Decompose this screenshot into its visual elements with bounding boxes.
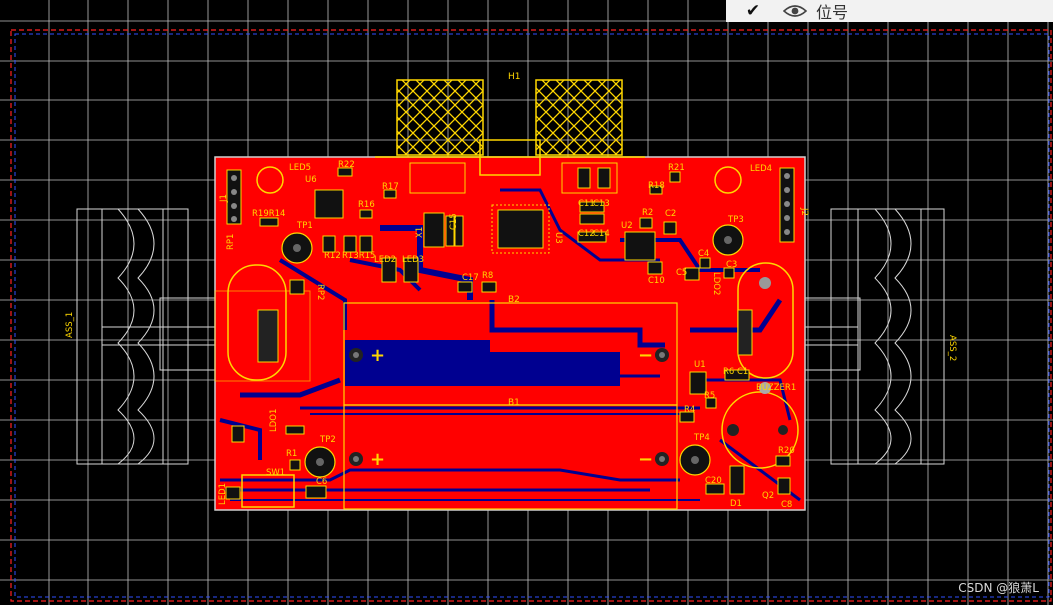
label-c15: C15 (449, 213, 459, 230)
label-c6: C6 (316, 477, 327, 487)
label-b2: B2 (508, 295, 520, 305)
label-rp1: RP1 (226, 234, 236, 250)
label-r21: R21 (668, 163, 685, 173)
label-c2: C2 (665, 209, 676, 219)
label-c10: C10 (648, 276, 665, 286)
label-ldo1: LDO1 (269, 409, 279, 432)
battery-holder-outline-left (76, 208, 223, 465)
label-d1: D1 (730, 499, 742, 509)
label-led3: LED3 (402, 255, 424, 265)
label-led2: LED2 (374, 255, 396, 265)
pcb-canvas[interactable]: H1 B2 B1 + − + − LED5 R22 U6 R17 R16 R19… (0, 0, 1053, 605)
label-r1: R1 (286, 449, 297, 459)
label-rp2: RP2 (315, 284, 325, 300)
b1-plus-sign: + (370, 449, 385, 470)
label-r17: R17 (382, 182, 399, 192)
label-c3: C3 (726, 260, 737, 270)
ic-u3-footprint (491, 204, 550, 254)
label-c5: C5 (676, 268, 687, 278)
label-tp1: TP1 (296, 221, 313, 231)
buzzer-pad (727, 424, 739, 436)
label-led1: LED1 (218, 483, 228, 505)
label-r13r15: R13R15 (342, 251, 375, 261)
label-tp2: TP2 (319, 435, 336, 445)
layer-label[interactable]: 位号 (810, 0, 848, 23)
b1-minus-sign: − (638, 449, 653, 470)
label-ass2: ASS_2 (947, 335, 957, 361)
crystal-x1 (423, 212, 445, 248)
label-c13: C13 (593, 199, 610, 209)
watermark-text: CSDN @狼萧L (958, 581, 1039, 595)
label-r5: R5 (704, 391, 715, 401)
label-r19r14: R19R14 (252, 209, 285, 219)
label-r16: R16 (358, 200, 375, 210)
eye-icon[interactable] (780, 4, 810, 18)
label-ldo2: LDO2 (711, 272, 721, 295)
label-r22: R22 (338, 160, 355, 170)
check-icon[interactable]: ✔ (726, 1, 780, 21)
b2-plus-sign: + (370, 345, 385, 366)
label-q2: Q2 (762, 491, 774, 501)
label-u2: U2 (621, 221, 633, 231)
label-u3: U3 (553, 232, 563, 244)
label-r4: R4 (684, 405, 695, 415)
ic-u2 (624, 231, 656, 261)
label-j1: J1 (219, 194, 229, 203)
label-u6: U6 (305, 175, 317, 185)
label-r18: R18 (648, 181, 665, 191)
label-tp3: TP3 (727, 215, 744, 225)
label-r12: R12 (324, 251, 341, 261)
label-led4: LED4 (750, 164, 772, 174)
label-c14: C14 (593, 229, 610, 239)
label-r6: R6 (723, 367, 734, 377)
layer-toolbar: ✔ 位号 (726, 0, 1053, 22)
label-ass1: ASS_1 (65, 312, 75, 338)
buzzer-pad-3 (778, 425, 788, 435)
label-sw1: SW1 (266, 468, 285, 478)
label-j2: J2 (799, 207, 809, 216)
label-r2: R2 (642, 208, 653, 218)
label-buzzer1: BUZZER1 (756, 383, 796, 393)
label-x1: X1 (415, 227, 425, 238)
ic-u6 (314, 189, 344, 219)
label-u1: U1 (694, 360, 706, 370)
label-r20: R20 (778, 446, 795, 456)
label-c17: C17 (462, 273, 479, 283)
label-c20: C20 (705, 476, 722, 486)
label-r8: R8 (482, 271, 493, 281)
label-b1: B1 (508, 398, 520, 408)
header-j1 (226, 169, 242, 225)
label-tp4: TP4 (693, 433, 710, 443)
label-c8: C8 (781, 500, 792, 510)
label-h1: H1 (508, 72, 521, 82)
header-j2 (779, 167, 795, 243)
label-c4: C4 (698, 249, 709, 259)
label-c1: C1 (737, 367, 748, 377)
b2-minus-sign: − (638, 345, 653, 366)
label-led5: LED5 (289, 163, 311, 173)
